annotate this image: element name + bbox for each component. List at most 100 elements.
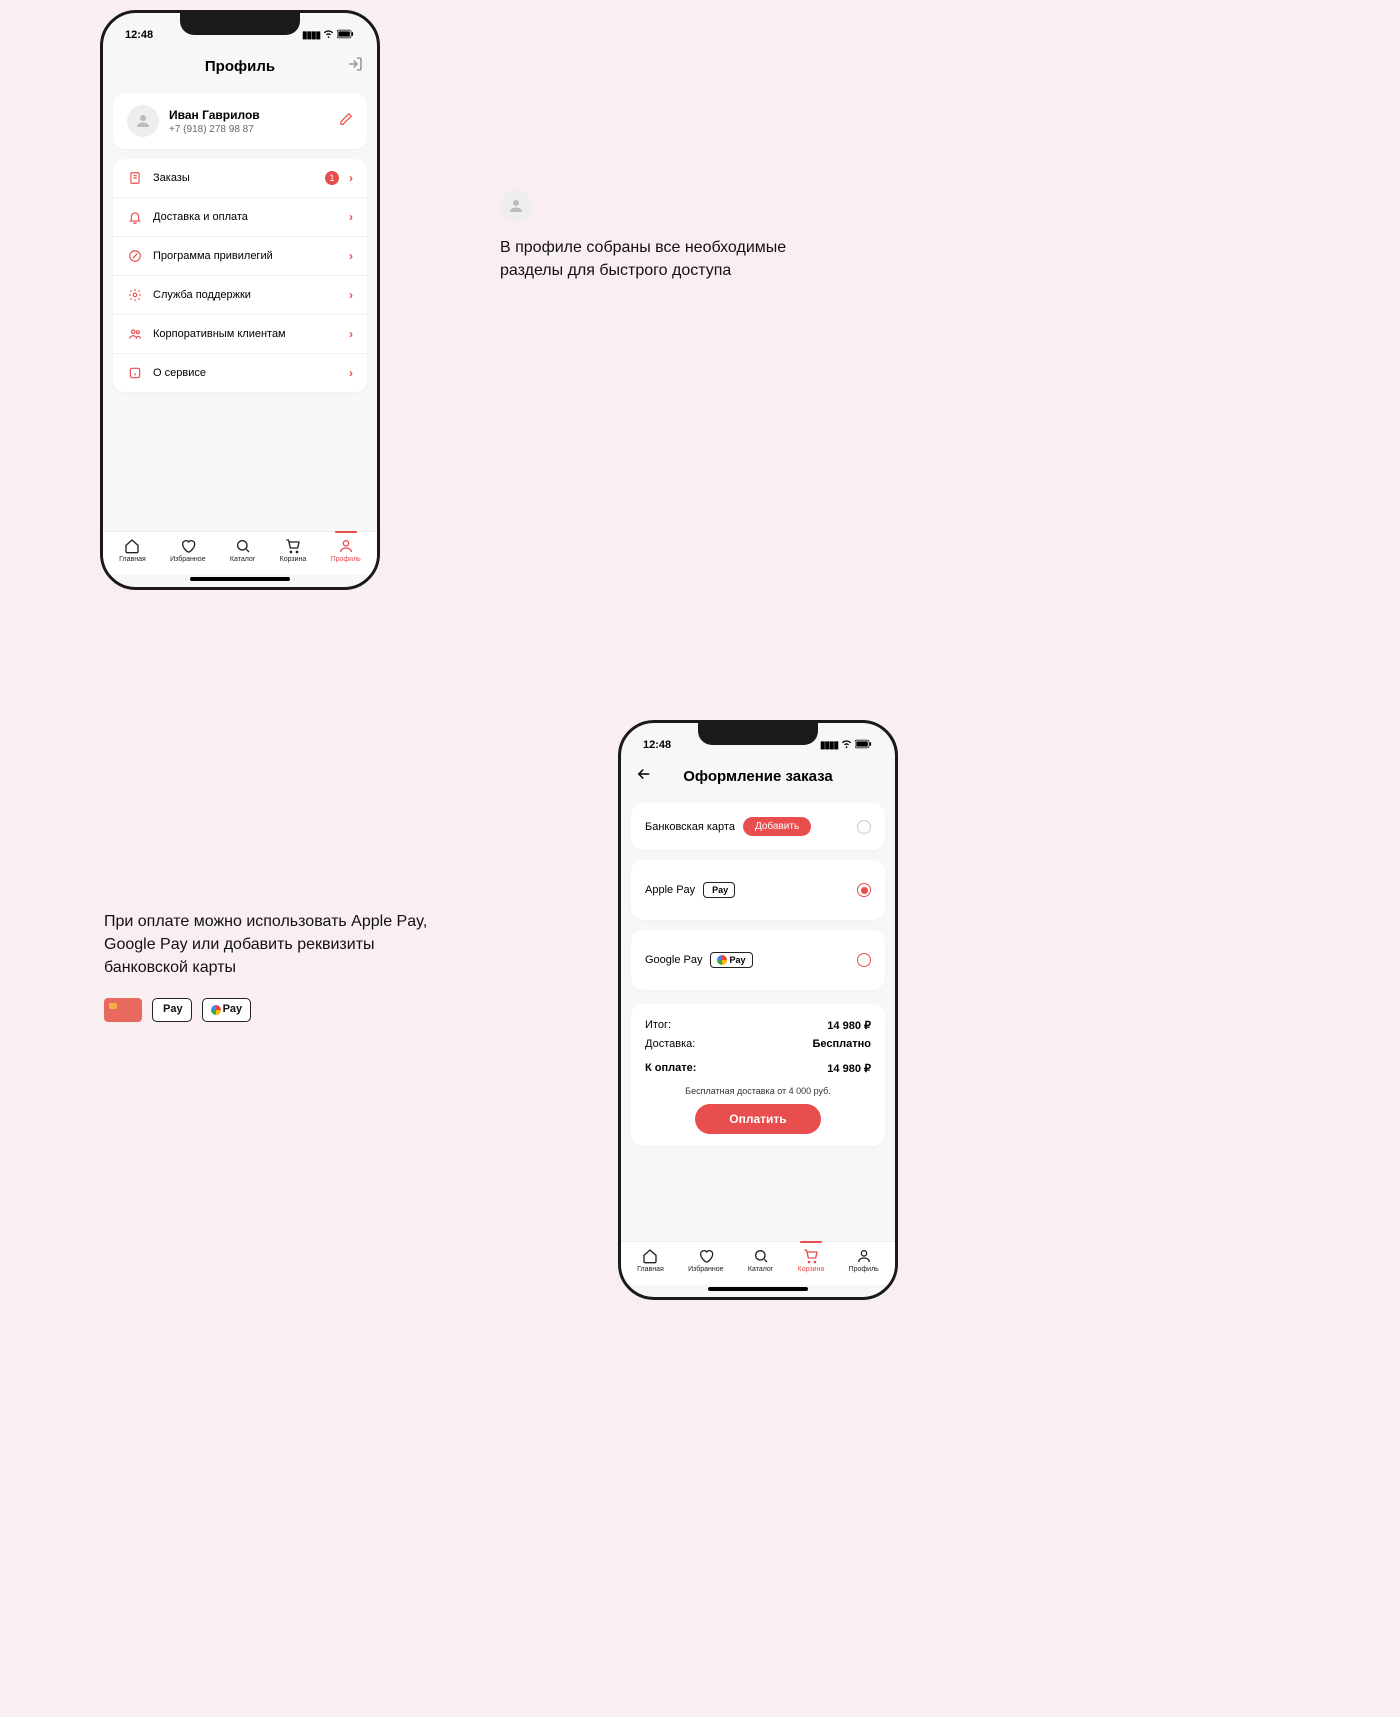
google-pay-icon: Pay [202,998,252,1022]
payment-label: Банковская карта [645,821,735,833]
menu-label: Программа привилегий [153,250,339,262]
battery-icon [855,739,873,752]
logout-icon[interactable] [347,56,363,76]
orders-icon [127,171,143,185]
google-pay-logo: Pay [710,952,752,968]
signal-icon: ▮▮▮▮ [820,740,838,751]
payment-label: Google Pay [645,954,702,966]
tab-cart[interactable]: Корзина [798,1248,825,1273]
chevron-right-icon: › [349,249,353,263]
home-indicator [190,577,290,581]
page-title: Оформление заказа [683,768,833,785]
tab-catalog[interactable]: Каталог [230,538,255,563]
user-card[interactable]: Иван Гаврилов +7 (918) 278 98 87 [113,93,367,149]
page-header: Профиль [113,49,367,83]
tab-label: Избранное [170,556,205,563]
summary-value: Бесплатно [813,1038,872,1050]
wifi-icon [323,28,334,42]
tab-label: Каталог [748,1266,773,1273]
menu-label: О сервисе [153,367,339,379]
chevron-right-icon: › [349,327,353,341]
payment-bank-card[interactable]: Банковская карта Добавить [631,803,885,850]
payment-google-pay[interactable]: Google Pay Pay [631,930,885,990]
avatar-icon [500,190,532,222]
back-icon[interactable] [635,765,653,787]
summary-label: Итог: [645,1019,671,1032]
summary-total: Итог: 14 980 ₽ [645,1016,871,1035]
menu-delivery[interactable]: Доставка и оплата › [113,198,367,237]
summary-label: К оплате: [645,1062,696,1075]
tab-label: Профиль [849,1266,879,1273]
menu-about[interactable]: О сервисе › [113,354,367,392]
apple-pay-logo: Pay [703,882,735,898]
menu-corporate[interactable]: Корпоративным клиентам › [113,315,367,354]
menu-label: Доставка и оплата [153,211,339,223]
users-icon [127,327,143,341]
free-delivery-note: Бесплатная доставка от 4 000 руб. [645,1086,871,1096]
phone-checkout: 12:48 ▮▮▮▮ Оформление заказа Банковская … [618,720,898,1300]
add-card-button[interactable]: Добавить [743,817,811,836]
apple-pay-icon: Pay [152,998,192,1022]
menu-label: Заказы [153,172,315,184]
chevron-right-icon: › [349,366,353,380]
pay-button[interactable]: Оплатить [695,1104,820,1134]
gear-icon [127,288,143,302]
radio-apple[interactable] [857,883,871,897]
payment-apple-pay[interactable]: Apple Pay Pay [631,860,885,920]
summary-value: 14 980 ₽ [827,1062,871,1075]
orders-badge: 1 [325,171,339,185]
menu-label: Служба поддержки [153,289,339,301]
tab-label: Каталог [230,556,255,563]
bank-card-icon [104,998,142,1022]
chevron-right-icon: › [349,210,353,224]
tab-catalog[interactable]: Каталог [748,1248,773,1273]
status-icons: ▮▮▮▮ [820,738,873,752]
tab-home[interactable]: Главная [637,1248,664,1273]
page-header: Оформление заказа [631,759,885,793]
edit-icon[interactable] [339,112,353,131]
signal-icon: ▮▮▮▮ [302,30,320,41]
chevron-right-icon: › [349,288,353,302]
user-info: Иван Гаврилов +7 (918) 278 98 87 [169,108,329,135]
phone-profile: 12:48 ▮▮▮▮ Профиль Иван Гаврилов +7 (918… [100,10,380,590]
avatar [127,105,159,137]
menu-orders[interactable]: Заказы 1 › [113,159,367,198]
tab-bar: Главная Избранное Каталог Корзина Профил… [103,531,377,575]
tab-profile[interactable]: Профиль [331,538,361,563]
notch [698,723,818,745]
tab-fav[interactable]: Избранное [688,1248,723,1273]
user-name: Иван Гаврилов [169,108,329,122]
wifi-icon [841,738,852,752]
payment-icons: Pay Pay [104,998,444,1022]
annotation-text: В профиле собраны все необходимые раздел… [500,236,850,282]
status-icons: ▮▮▮▮ [302,28,355,42]
profile-menu: Заказы 1 › Доставка и оплата › Программа… [113,159,367,392]
menu-label: Корпоративным клиентам [153,328,339,340]
radio-google[interactable] [857,953,871,967]
menu-support[interactable]: Служба поддержки › [113,276,367,315]
page-title: Профиль [205,58,275,75]
tab-profile[interactable]: Профиль [849,1248,879,1273]
bell-icon [127,210,143,224]
annotation-profile: В профиле собраны все необходимые раздел… [500,190,850,282]
user-phone: +7 (918) 278 98 87 [169,124,329,135]
summary-value: 14 980 ₽ [827,1019,871,1032]
chevron-right-icon: › [349,171,353,185]
summary-delivery: Доставка: Бесплатно [645,1035,871,1053]
tab-fav[interactable]: Избранное [170,538,205,563]
tab-label: Главная [119,556,146,563]
tab-label: Профиль [331,556,361,563]
radio-bank[interactable] [857,820,871,834]
tab-cart[interactable]: Корзина [280,538,307,563]
tab-label: Корзина [280,556,307,563]
tab-home[interactable]: Главная [119,538,146,563]
status-time: 12:48 [643,739,671,751]
home-indicator [708,1287,808,1291]
notch [180,13,300,35]
payment-label: Apple Pay [645,884,695,896]
annotation-text: При оплате можно использовать Apple Pay,… [104,910,444,980]
battery-icon [337,29,355,42]
menu-privileges[interactable]: Программа привилегий › [113,237,367,276]
tab-label: Избранное [688,1266,723,1273]
tab-label: Главная [637,1266,664,1273]
